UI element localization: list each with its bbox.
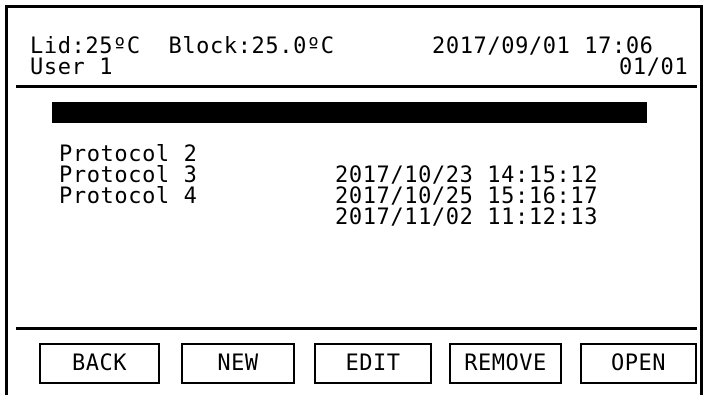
protocol-timestamp: 2017/11/02 11:12:13 xyxy=(335,205,599,230)
remove-button[interactable]: REMOVE xyxy=(449,343,562,384)
softkey-divider xyxy=(16,327,697,330)
open-button[interactable]: OPEN xyxy=(580,343,697,384)
header-divider xyxy=(16,85,697,88)
protocol-list: Protocol 1 2017/10/20 13:50:12 Protocol … xyxy=(52,102,652,229)
protocol-timestamp: 2017/10/25 15:16:17 xyxy=(335,184,599,209)
edit-button[interactable]: EDIT xyxy=(314,343,432,384)
current-user: User 1 xyxy=(30,55,114,80)
page-indicator: 01/01 xyxy=(619,55,689,80)
back-button[interactable]: BACK xyxy=(39,343,160,384)
protocol-row[interactable]: Protocol 4 2017/11/02 11:12:13 xyxy=(52,165,652,229)
block-temperature: Block:25.0ºC xyxy=(168,34,335,59)
protocol-row[interactable]: Protocol 1 2017/10/20 13:50:12 xyxy=(52,102,647,166)
protocol-row[interactable]: Protocol 3 2017/10/25 15:16:17 xyxy=(52,144,652,208)
device-screen: Lid:25ºC Block:25.0ºC 2017/09/01 17:06 U… xyxy=(5,5,703,395)
protocol-row[interactable]: Protocol 2 2017/10/23 14:15:12 xyxy=(52,123,652,187)
new-button[interactable]: NEW xyxy=(181,343,295,384)
protocol-name: Protocol 4 xyxy=(59,184,198,209)
